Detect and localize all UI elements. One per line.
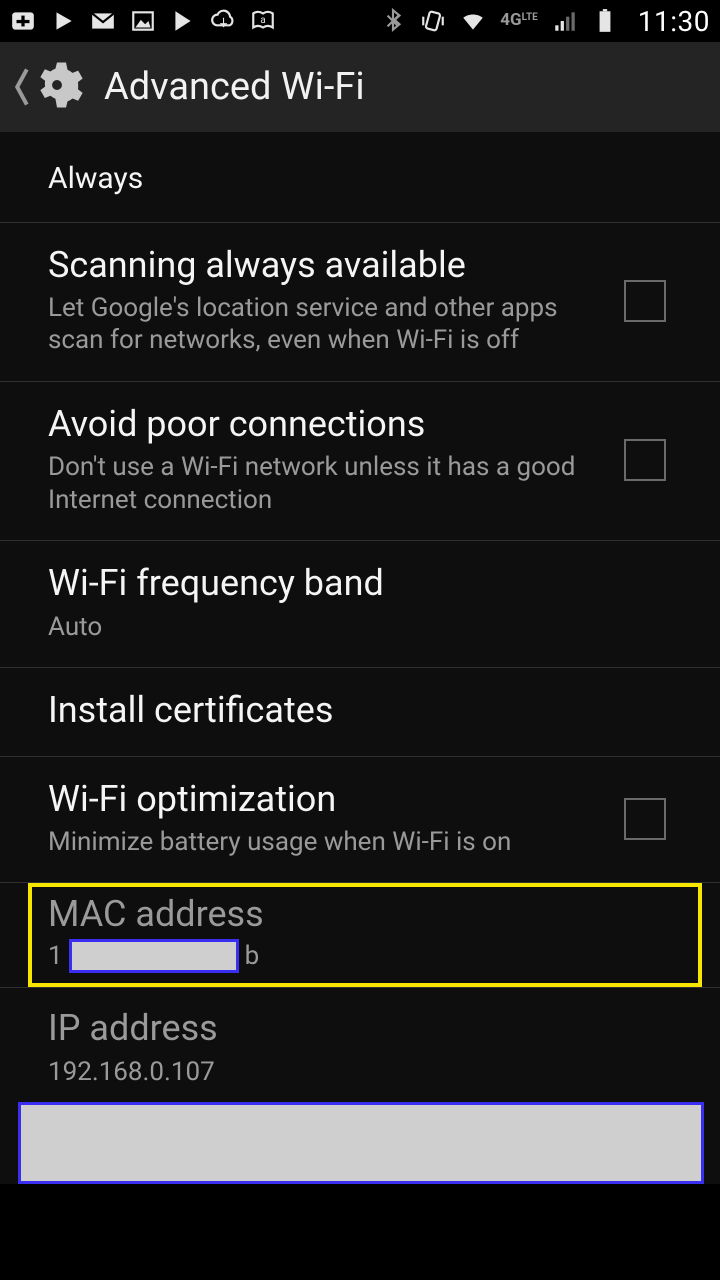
page-title: Advanced Wi-Fi xyxy=(104,65,365,109)
item-ip-subtitle: 192.168.0.107 xyxy=(48,1056,652,1089)
item-mac-title: MAC address xyxy=(48,893,682,935)
plus-box-icon xyxy=(10,8,36,34)
wifi-icon xyxy=(460,8,486,34)
mail-icon xyxy=(90,8,116,34)
mac-prefix: 1 xyxy=(48,941,63,971)
item-freq-subtitle: Auto xyxy=(48,611,652,644)
status-left: a xyxy=(10,8,276,34)
item-opt-title: Wi-Fi optimization xyxy=(48,779,604,820)
item-opt-subtitle: Minimize battery usage when Wi-Fi is on xyxy=(48,826,604,859)
statusbar: a 4GLTE 11:30 xyxy=(0,0,720,42)
svg-text:a: a xyxy=(260,15,265,26)
checkbox-opt[interactable] xyxy=(624,798,666,840)
bluetooth-icon xyxy=(380,8,406,34)
play-icon xyxy=(50,8,76,34)
mac-suffix: b xyxy=(245,941,260,971)
settings-list: Always Scanning always available Let Goo… xyxy=(0,132,720,1184)
appbar: Advanced Wi-Fi xyxy=(0,42,720,132)
item-avoid-subtitle: Don't use a Wi-Fi network unless it has … xyxy=(48,451,604,516)
item-frequency-band[interactable]: Wi-Fi frequency band Auto xyxy=(0,541,720,668)
signal-icon xyxy=(552,8,578,34)
gear-icon xyxy=(30,58,84,116)
item-scanning-always[interactable]: Scanning always available Let Google's l… xyxy=(0,223,720,382)
item-ip-title: IP address xyxy=(48,1008,652,1049)
vibrate-icon xyxy=(420,8,446,34)
4g-lte-icon: 4GLTE xyxy=(500,13,537,28)
item-keep-wifi-on[interactable]: Always xyxy=(0,132,720,223)
mac-redaction-box xyxy=(69,939,239,973)
item-freq-title: Wi-Fi frequency band xyxy=(48,563,652,604)
item-scanning-title: Scanning always available xyxy=(48,245,604,286)
item-mac-address: MAC address 1 b xyxy=(28,883,702,987)
item-always-subtitle: Always xyxy=(48,160,652,198)
item-scanning-subtitle: Let Google's location service and other … xyxy=(48,292,604,357)
clock: 11:30 xyxy=(638,5,710,38)
battery-icon xyxy=(592,8,618,34)
item-avoid-poor[interactable]: Avoid poor connections Don't use a Wi-Fi… xyxy=(0,382,720,541)
status-right: 4GLTE 11:30 xyxy=(380,5,710,38)
item-avoid-title: Avoid poor connections xyxy=(48,404,604,445)
music-play-icon xyxy=(170,8,196,34)
checkbox-scanning[interactable] xyxy=(624,280,666,322)
item-wifi-optimization[interactable]: Wi-Fi optimization Minimize battery usag… xyxy=(0,757,720,884)
item-ip-address: IP address 192.168.0.107 xyxy=(0,988,720,1094)
cloud-download-icon xyxy=(210,8,236,34)
bottom-redaction-box xyxy=(18,1102,704,1184)
image-icon xyxy=(130,8,156,34)
book-a-icon: a xyxy=(250,8,276,34)
checkbox-avoid[interactable] xyxy=(624,439,666,481)
item-certs-title: Install certificates xyxy=(48,690,652,731)
item-install-certs[interactable]: Install certificates xyxy=(0,668,720,756)
back-button[interactable] xyxy=(14,63,30,111)
